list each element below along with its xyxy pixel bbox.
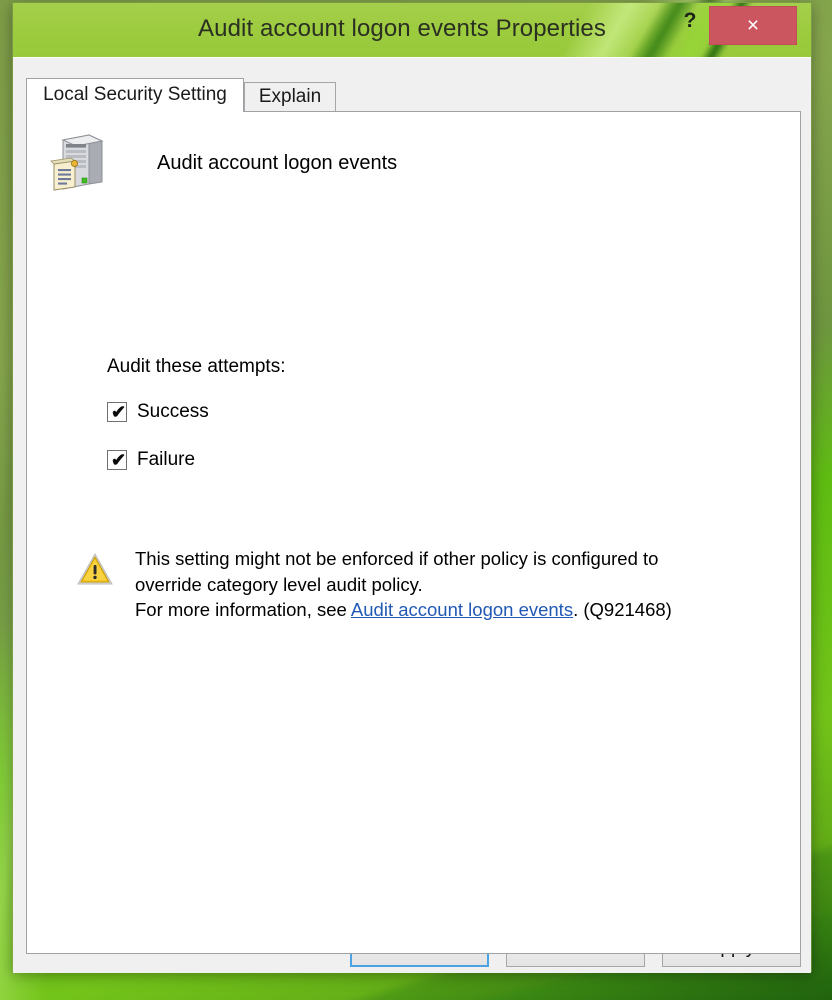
checkbox-label-success: Success xyxy=(137,401,209,422)
setting-header: Audit account logon events xyxy=(49,132,397,194)
warning-line-3-prefix: For more information, see xyxy=(135,599,351,620)
warning-line-3-suffix: . (Q921468) xyxy=(573,599,672,620)
help-icon[interactable]: ? xyxy=(677,7,703,35)
checkbox-row-success[interactable]: ✔ Success xyxy=(107,401,209,423)
close-icon: × xyxy=(746,14,760,37)
dialog-body: Local Security Setting Explain Audit acc… xyxy=(13,57,811,973)
checkmark-icon: ✔ xyxy=(111,450,127,470)
close-button[interactable]: × xyxy=(709,6,797,45)
server-policy-icon xyxy=(49,132,111,194)
checkbox-success[interactable]: ✔ xyxy=(107,402,127,422)
checkbox-row-failure[interactable]: ✔ Failure xyxy=(107,449,195,471)
checkbox-failure[interactable]: ✔ xyxy=(107,450,127,470)
tab-explain[interactable]: Explain xyxy=(244,82,336,112)
warning-triangle-icon xyxy=(77,552,113,586)
tab-local-security-setting[interactable]: Local Security Setting xyxy=(26,78,244,112)
kb-article-link[interactable]: Audit account logon events xyxy=(351,599,573,620)
checkbox-label-failure: Failure xyxy=(137,449,196,470)
warning-text: This setting might not be enforced if ot… xyxy=(135,546,672,623)
properties-dialog: Audit account logon events Properties ? … xyxy=(12,2,812,973)
title-bar[interactable]: Audit account logon events Properties ? … xyxy=(13,3,811,57)
setting-name: Audit account logon events xyxy=(157,151,398,174)
tab-content-panel: Audit account logon events Audit these a… xyxy=(26,111,801,954)
warning-block: This setting might not be enforced if ot… xyxy=(77,546,777,623)
checkmark-icon: ✔ xyxy=(111,402,127,422)
warning-line-2: override category level audit policy. xyxy=(135,573,423,595)
warning-line-1: This setting might not be enforced if ot… xyxy=(135,548,659,569)
audit-group-label: Audit these attempts: xyxy=(107,356,286,377)
